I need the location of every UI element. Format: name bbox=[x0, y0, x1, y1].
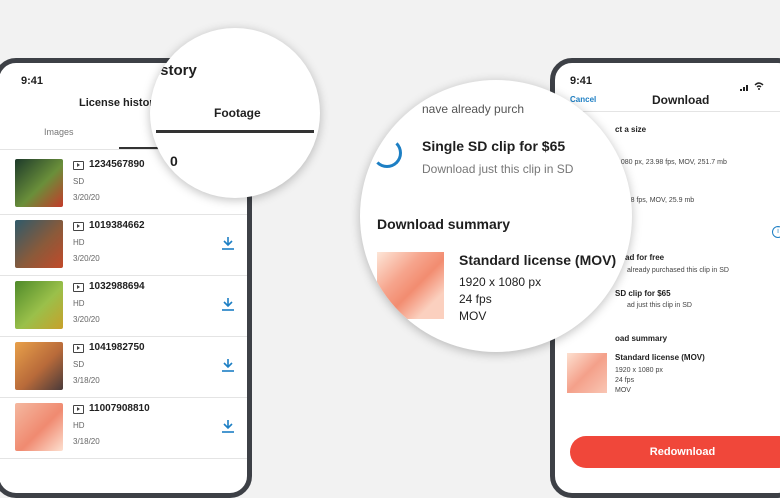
clip-resolution: HD bbox=[73, 421, 85, 430]
divider bbox=[555, 111, 780, 112]
clip-date: 3/20/20 bbox=[73, 193, 100, 202]
clip-thumbnail bbox=[15, 281, 63, 329]
download-icon[interactable] bbox=[221, 358, 235, 372]
clip-id: 1234567890 bbox=[89, 159, 145, 170]
summary-license: Standard license (MOV) bbox=[615, 353, 705, 362]
clip-resolution: HD bbox=[73, 299, 85, 308]
clip-resolution: SD bbox=[73, 360, 85, 369]
download-icon[interactable] bbox=[221, 419, 235, 433]
clip-resolution: SD bbox=[73, 177, 85, 186]
clip-row[interactable]: 1019384662 HD 3/20/20 bbox=[9, 216, 239, 274]
divider bbox=[0, 397, 247, 398]
clip-row[interactable]: 1032988694 HD 3/20/20 bbox=[9, 277, 239, 335]
clip-thumbnail bbox=[15, 220, 63, 268]
option-title[interactable]: Single SD clip for $65 bbox=[422, 138, 565, 154]
paid-option-title[interactable]: SD clip for $65 bbox=[615, 289, 671, 298]
magnified-top-text: nave already purch bbox=[422, 102, 525, 116]
info-icon[interactable]: i bbox=[772, 226, 780, 238]
magnified-tab-footage[interactable]: Footage bbox=[214, 106, 261, 120]
clip-thumbnail bbox=[15, 403, 63, 451]
free-option-subtitle: already purchased this clip in SD bbox=[627, 267, 729, 274]
divider bbox=[0, 214, 247, 215]
status-time: 9:41 bbox=[570, 75, 593, 87]
magnifier-footage-tab: istory Footage 0 bbox=[150, 28, 320, 198]
clip-resolution: HD bbox=[73, 238, 85, 247]
download-icon[interactable] bbox=[221, 236, 235, 250]
clip-date: 3/18/20 bbox=[73, 376, 100, 385]
summary-heading: Download summary bbox=[377, 216, 511, 232]
summary-thumbnail bbox=[377, 252, 444, 319]
paid-option-subtitle: ad just this clip in SD bbox=[627, 302, 692, 309]
status-time: 9:41 bbox=[21, 75, 44, 87]
wifi-icon bbox=[754, 77, 764, 95]
clip-id: 1019384662 bbox=[89, 220, 145, 231]
clip-row[interactable]: 1041982750 SD 3/18/20 bbox=[9, 338, 239, 396]
summary-thumbnail bbox=[567, 353, 607, 393]
clip-thumbnail bbox=[15, 159, 63, 207]
clip-date: 3/18/20 bbox=[73, 437, 100, 446]
download-icon[interactable] bbox=[221, 297, 235, 311]
magnified-title: istory bbox=[156, 62, 197, 79]
select-size-heading: ct a size bbox=[615, 125, 647, 134]
clip-date: 3/20/20 bbox=[73, 254, 100, 263]
option-subtitle: Download just this clip in SD bbox=[422, 162, 574, 176]
summary-format: MOV bbox=[459, 309, 487, 323]
summary-license: Standard license (MOV) bbox=[459, 252, 617, 268]
video-icon bbox=[73, 161, 84, 170]
magnified-tab-indicator bbox=[156, 130, 314, 133]
divider bbox=[0, 458, 247, 459]
free-option-title[interactable]: ad for free bbox=[625, 253, 664, 262]
summary-resolution: 1920 x 1080 px bbox=[615, 367, 663, 374]
redownload-button[interactable]: Redownload bbox=[570, 436, 780, 468]
divider bbox=[0, 275, 247, 276]
video-icon bbox=[73, 283, 84, 292]
magnified-fragment: 0 bbox=[170, 153, 178, 169]
summary-resolution: 1920 x 1080 px bbox=[459, 275, 542, 289]
video-icon bbox=[73, 222, 84, 231]
clip-id: 1032988694 bbox=[89, 281, 145, 292]
clip-thumbnail bbox=[15, 342, 63, 390]
video-icon bbox=[73, 405, 84, 414]
page-title: Download bbox=[652, 93, 710, 107]
clip-id: 11007908810 bbox=[89, 403, 150, 414]
size-option-hd-detail[interactable]: 1080 px, 23.98 fps, MOV, 251.7 mb bbox=[617, 159, 727, 166]
video-icon bbox=[73, 344, 84, 353]
radio-icon[interactable] bbox=[372, 138, 402, 168]
clip-id: 1041982750 bbox=[89, 342, 145, 353]
divider bbox=[0, 336, 247, 337]
magnifier-download-summary: nave already purch Single SD clip for $6… bbox=[360, 80, 632, 352]
cancel-button[interactable]: Cancel bbox=[570, 95, 596, 104]
tab-images[interactable]: Images bbox=[44, 127, 74, 137]
signal-icon bbox=[740, 78, 750, 91]
clip-row[interactable]: 11007908810 HD 3/18/20 bbox=[9, 399, 239, 457]
summary-fps: 24 fps bbox=[459, 292, 492, 306]
summary-fps: 24 fps bbox=[615, 377, 635, 384]
clip-date: 3/20/20 bbox=[73, 315, 100, 324]
summary-heading: oad summary bbox=[615, 334, 668, 343]
summary-format: MOV bbox=[615, 387, 631, 394]
page-title: License history bbox=[79, 97, 160, 109]
